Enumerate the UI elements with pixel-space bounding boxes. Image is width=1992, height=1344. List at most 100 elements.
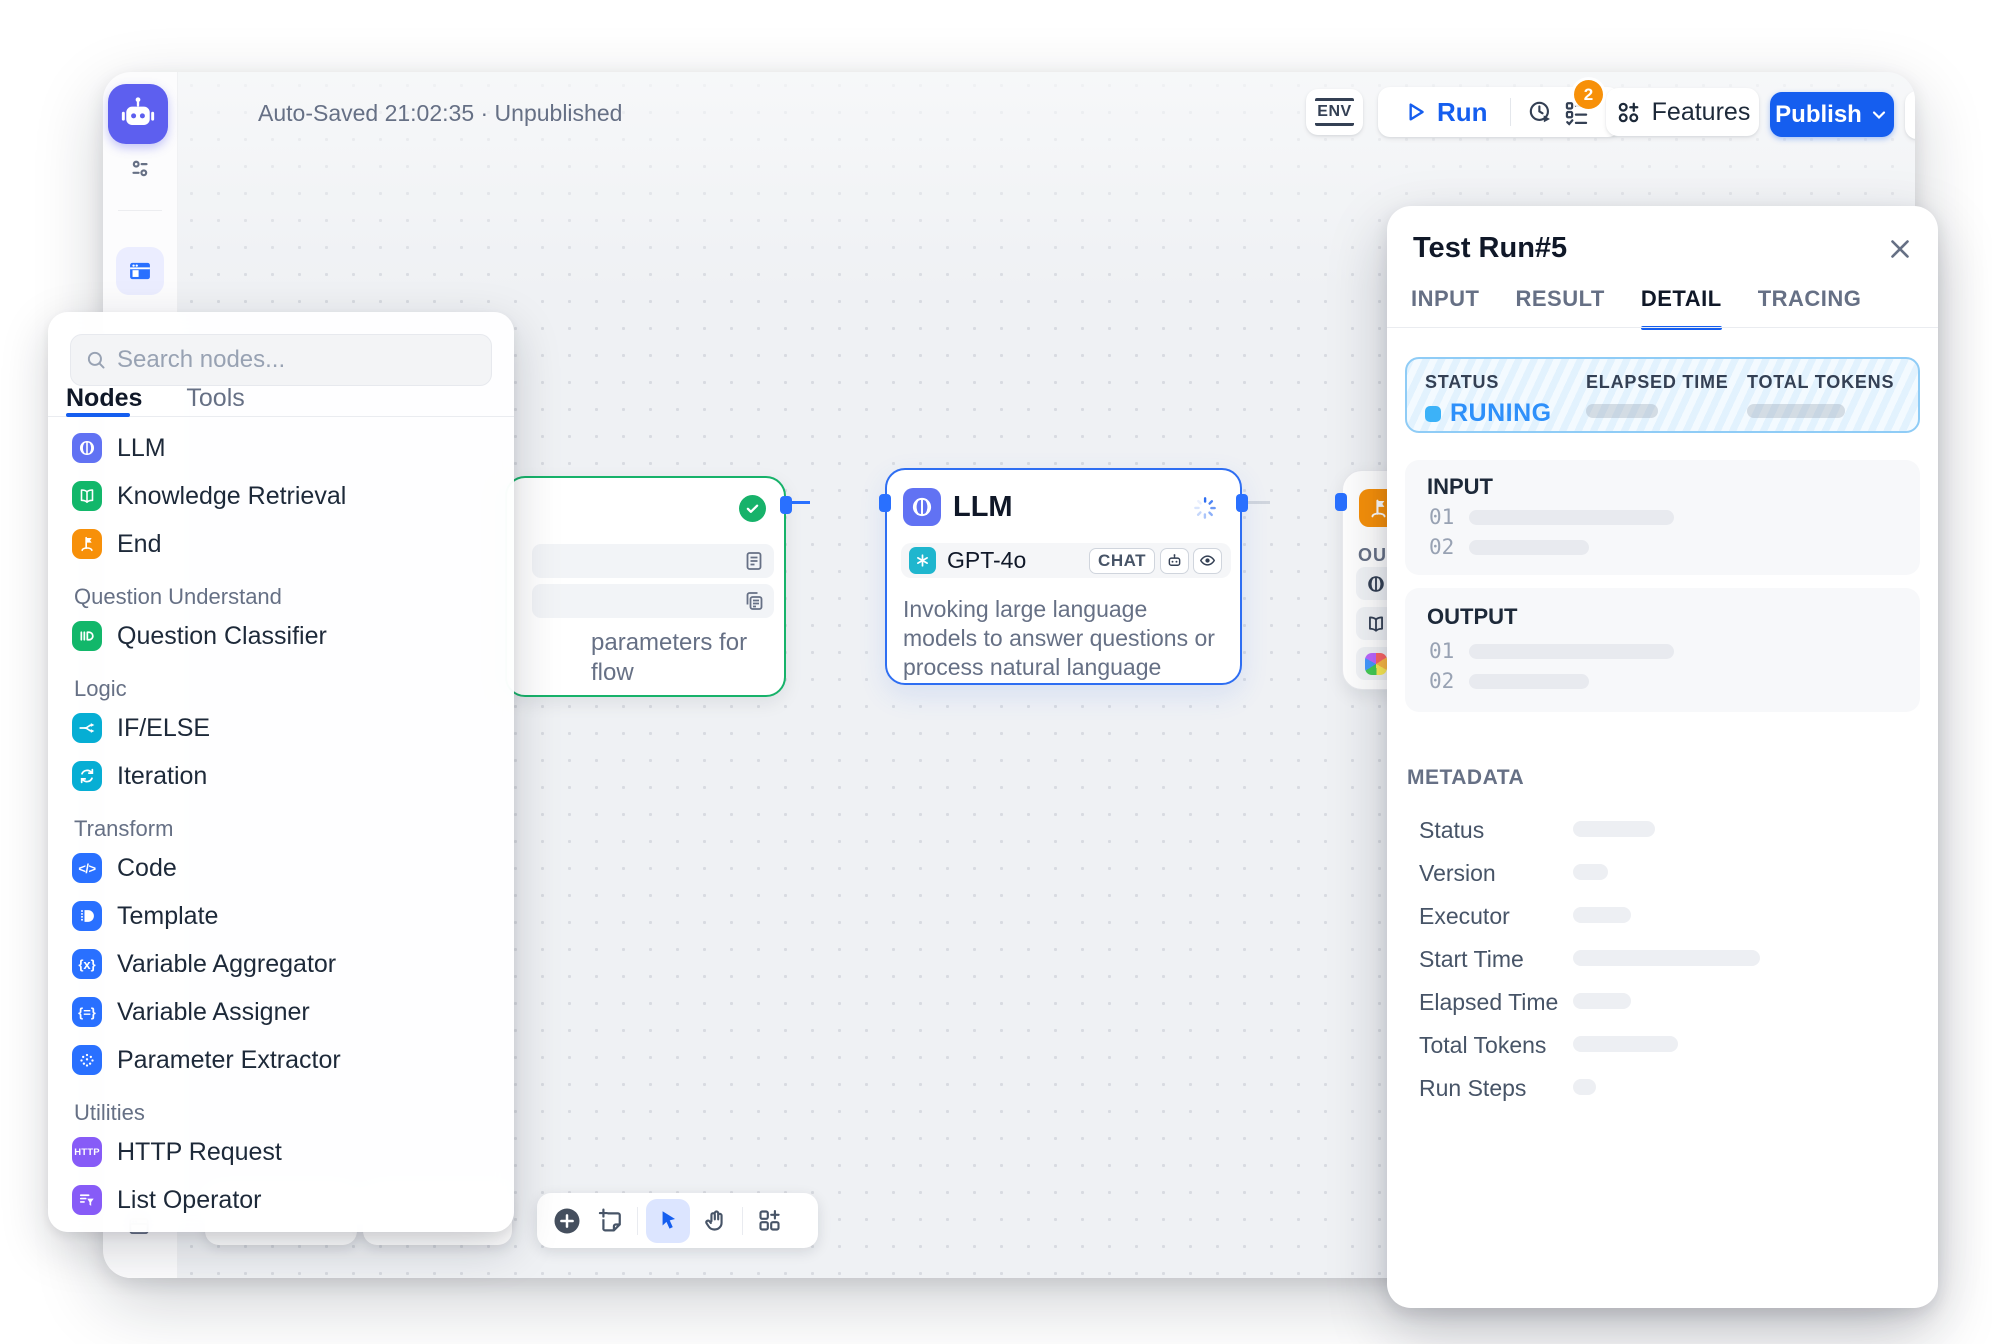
metadata-row: Status bbox=[1387, 817, 1938, 841]
running-spinner-icon bbox=[1192, 495, 1218, 521]
llm-node-description: Invoking large language models to answer… bbox=[903, 595, 1225, 682]
node-search-panel: NodesTools LLMKnowledge RetrievalEndQues… bbox=[48, 312, 514, 1232]
vision-toggle[interactable] bbox=[1193, 548, 1222, 574]
node-item-if-else[interactable]: IF/ELSE bbox=[48, 704, 514, 752]
publish-button[interactable]: Publish bbox=[1770, 92, 1894, 137]
metadata-row: Start Time bbox=[1387, 946, 1938, 970]
node-item-question-classifier[interactable]: Question Classifier bbox=[48, 612, 514, 660]
llm-node[interactable]: LLM GPT-4o CHAT bbox=[885, 468, 1242, 685]
start-variable-row[interactable] bbox=[532, 584, 774, 618]
node-item-list-operator[interactable]: List Operator bbox=[48, 1176, 514, 1224]
node-item-knowledge-retrieval[interactable]: Knowledge Retrieval bbox=[48, 472, 514, 520]
io-row: 02 bbox=[1429, 538, 1674, 556]
pointer-tool-button[interactable] bbox=[646, 1199, 690, 1243]
metadata-row: Elapsed Time bbox=[1387, 989, 1938, 1013]
version-history-button[interactable] bbox=[1905, 91, 1915, 139]
test-run-panel: Test Run#5 INPUTRESULTDETAILTRACING STAT… bbox=[1387, 206, 1938, 1308]
search-icon bbox=[85, 348, 107, 372]
agent-toggle[interactable] bbox=[1160, 548, 1189, 574]
varx-icon: {x} bbox=[72, 949, 102, 979]
features-icon bbox=[1615, 99, 1642, 126]
tokens-column: TOTAL TOKENS bbox=[1747, 372, 1894, 418]
node-item-variable-aggregator[interactable]: {x}Variable Aggregator bbox=[48, 940, 514, 988]
page: Auto-Saved 21:02:35 · Unpublished ENV Ru… bbox=[0, 0, 1992, 1344]
start-node[interactable]: parameters for flow bbox=[505, 476, 786, 697]
search-input[interactable] bbox=[117, 346, 477, 374]
skeleton-bar bbox=[1747, 404, 1845, 418]
start-node-description: parameters for flow bbox=[591, 628, 747, 688]
app-robot-icon[interactable] bbox=[108, 84, 168, 144]
output-handle[interactable] bbox=[1236, 494, 1248, 512]
canvas-toolbar bbox=[537, 1193, 818, 1248]
input-handle[interactable] bbox=[879, 494, 891, 512]
issues-badge[interactable]: 2 bbox=[1574, 80, 1603, 109]
llm-node-title: LLM bbox=[953, 491, 1013, 524]
node-item-llm[interactable]: LLM bbox=[48, 424, 514, 472]
input-card: INPUT 01 02 bbox=[1405, 460, 1920, 575]
model-selector[interactable]: GPT-4o CHAT bbox=[901, 543, 1231, 578]
env-button[interactable]: ENV bbox=[1306, 89, 1363, 135]
model-icon bbox=[1365, 573, 1387, 595]
node-item-variable-assigner[interactable]: {=}Variable Assigner bbox=[48, 988, 514, 1036]
node-item-code[interactable]: </>Code bbox=[48, 844, 514, 892]
node-item-template[interactable]: Template bbox=[48, 892, 514, 940]
metadata-title: METADATA bbox=[1407, 766, 1524, 790]
features-label: Features bbox=[1652, 98, 1751, 127]
skeleton-bar bbox=[1469, 510, 1674, 525]
close-icon[interactable] bbox=[1885, 234, 1915, 264]
iteration-icon bbox=[72, 761, 102, 791]
http-icon: HTTP bbox=[72, 1137, 102, 1167]
output-handle[interactable] bbox=[780, 496, 792, 514]
book-icon bbox=[72, 481, 102, 511]
node-item-end[interactable]: End bbox=[48, 520, 514, 568]
add-node-button[interactable] bbox=[549, 1203, 585, 1239]
run-status-value: RUNING bbox=[1450, 399, 1552, 428]
run-tab-tracing[interactable]: TRACING bbox=[1758, 286, 1862, 330]
start-variable-row[interactable] bbox=[532, 544, 774, 578]
sidebar-item-workflow[interactable] bbox=[116, 247, 164, 295]
node-item-parameter-extractor[interactable]: Parameter Extractor bbox=[48, 1036, 514, 1084]
skeleton-bar bbox=[1469, 644, 1674, 659]
node-group-title: Transform bbox=[48, 814, 514, 844]
chat-mode-badge: CHAT bbox=[1089, 548, 1155, 574]
run-tab-result[interactable]: RESULT bbox=[1516, 286, 1605, 330]
skeleton-bar bbox=[1469, 540, 1589, 555]
node-group-title: Logic bbox=[48, 674, 514, 704]
running-dot-icon bbox=[1425, 406, 1441, 422]
code-icon: </> bbox=[72, 853, 102, 883]
env-icon: ENV bbox=[1315, 98, 1353, 126]
metadata-row: Total Tokens bbox=[1387, 1032, 1938, 1056]
node-item-http-request[interactable]: HTTPHTTP Request bbox=[48, 1128, 514, 1176]
model-name: GPT-4o bbox=[947, 547, 1089, 574]
node-list: LLMKnowledge RetrievalEndQuestion Unders… bbox=[48, 424, 514, 1224]
input-title: INPUT bbox=[1427, 474, 1493, 500]
autosave-status: Auto-Saved 21:02:35 · Unpublished bbox=[258, 100, 622, 127]
tab-nodes[interactable]: Nodes bbox=[66, 384, 142, 423]
run-tab-detail[interactable]: DETAIL bbox=[1641, 286, 1722, 330]
search-box bbox=[70, 334, 492, 386]
preferences-sliders-icon[interactable] bbox=[127, 156, 153, 182]
llm-node-icon bbox=[903, 488, 941, 526]
divider bbox=[118, 210, 162, 211]
skeleton-bar bbox=[1573, 821, 1655, 837]
chevron-down-icon bbox=[1869, 105, 1889, 125]
features-button[interactable]: Features bbox=[1606, 88, 1759, 136]
play-icon bbox=[1402, 99, 1428, 125]
dots-icon bbox=[72, 1045, 102, 1075]
dalle-icon bbox=[1365, 653, 1387, 675]
tab-tools[interactable]: Tools bbox=[186, 384, 244, 423]
io-row: 01 bbox=[1429, 508, 1674, 526]
run-button[interactable]: Run bbox=[1392, 97, 1498, 128]
node-item-iteration[interactable]: Iteration bbox=[48, 752, 514, 800]
run-tab-input[interactable]: INPUT bbox=[1411, 286, 1480, 330]
skeleton-bar bbox=[1586, 404, 1658, 418]
metadata-row: Executor bbox=[1387, 903, 1938, 927]
window-icon bbox=[126, 257, 154, 285]
hand-tool-button[interactable] bbox=[698, 1203, 734, 1239]
organize-nodes-button[interactable] bbox=[751, 1203, 787, 1239]
input-handle[interactable] bbox=[1335, 493, 1347, 511]
skeleton-bar bbox=[1573, 907, 1631, 923]
add-note-button[interactable] bbox=[593, 1203, 629, 1239]
template-icon bbox=[72, 901, 102, 931]
run-history-icon[interactable] bbox=[1523, 94, 1559, 130]
